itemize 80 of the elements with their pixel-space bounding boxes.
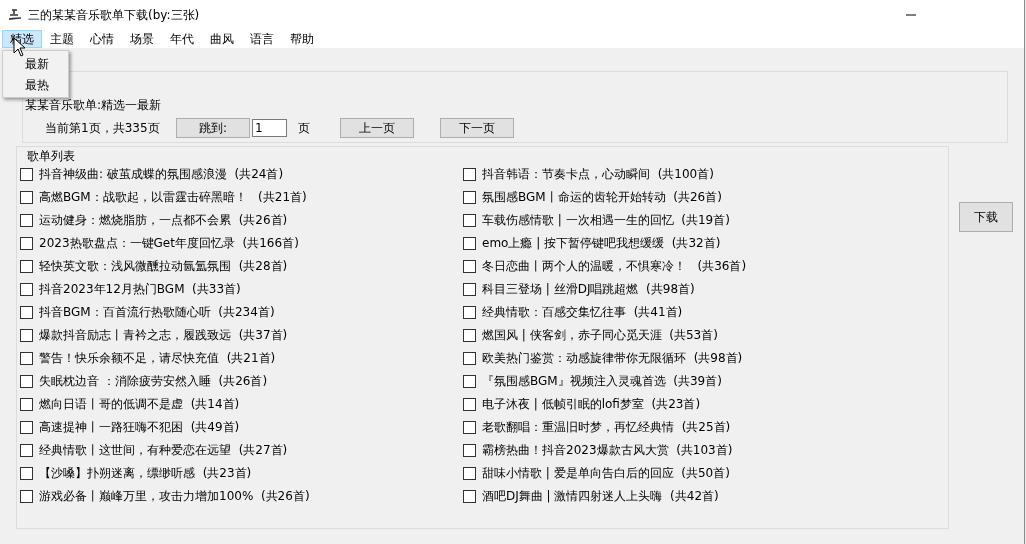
page-unit-label: 页 bbox=[298, 119, 311, 137]
menu-item[interactable]: 语言 bbox=[242, 30, 282, 48]
checkbox[interactable] bbox=[463, 444, 476, 457]
playlist-label: 抖音神级曲: 破茧成蝶的氛围感浪漫 (共24首) bbox=[39, 166, 284, 183]
page-info: 当前第1页，共335页 bbox=[45, 119, 161, 137]
panel-title: 歌单列表 bbox=[26, 149, 76, 163]
checkbox[interactable] bbox=[20, 375, 33, 388]
checkbox[interactable] bbox=[20, 329, 33, 342]
download-button[interactable]: 下载 bbox=[959, 202, 1013, 232]
page-input[interactable]: 1 bbox=[252, 119, 287, 137]
menu-item[interactable]: 主题 bbox=[42, 30, 82, 48]
playlist-label: 高燃BGM：战歌起，以雷霆击碎黑暗！ (共21首) bbox=[39, 189, 307, 206]
playlist-label: 爆款抖音励志丨青衿之志，履践致远 (共37首) bbox=[39, 327, 288, 344]
checkbox[interactable] bbox=[463, 467, 476, 480]
menu-item[interactable]: 场景 bbox=[122, 30, 162, 48]
playlist-label: 冬日恋曲丨两个人的温暖，不惧寒冷！ (共36首) bbox=[482, 258, 747, 275]
playlist-label: 燃向日语丨哥的低调不是虚 (共14首) bbox=[39, 396, 240, 413]
app-icon bbox=[8, 8, 22, 22]
playlist-label: 燃国风 | 侠客剑，赤子同心觅天涯 (共53首) bbox=[482, 327, 718, 344]
checkbox[interactable] bbox=[463, 306, 476, 319]
menu-option[interactable]: 最热 bbox=[3, 75, 68, 96]
playlist-label: emo上瘾 | 按下暂停键吧我想缓缓 (共32首) bbox=[482, 235, 721, 252]
playlist-label: 抖音2023年12月热门BGM (共33首) bbox=[39, 281, 241, 298]
checkbox[interactable] bbox=[463, 283, 476, 296]
checkbox[interactable] bbox=[20, 306, 33, 319]
playlist-label: 游戏必备丨巅峰万里，攻击力增加100% (共26首) bbox=[39, 488, 310, 505]
menu-item[interactable]: 心情 bbox=[82, 30, 122, 48]
playlist-label: 科目三登场 | 丝滑DJ唱跳超燃 (共98首) bbox=[482, 281, 695, 298]
checkbox[interactable] bbox=[463, 329, 476, 342]
previous-page-button[interactable]: 上一页 bbox=[340, 118, 414, 138]
next-page-button[interactable]: 下一页 bbox=[440, 118, 514, 138]
checkbox[interactable] bbox=[463, 352, 476, 365]
checkbox[interactable] bbox=[20, 398, 33, 411]
checkbox[interactable] bbox=[20, 168, 33, 181]
playlist-label: 酒吧DJ舞曲 | 激情四射迷人上头嗨 (共42首) bbox=[482, 488, 719, 505]
playlist-label: 抖音韩语：节奏卡点，心动瞬间 (共100首) bbox=[482, 166, 714, 183]
checkbox[interactable] bbox=[20, 214, 33, 227]
playlist-label: 【沙嗓】扑朔迷离，缥缈听感 (共23首) bbox=[39, 465, 252, 482]
checkbox[interactable] bbox=[20, 421, 33, 434]
playlist-label: 2023热歌盘点：一键Get年度回忆录 (共166首) bbox=[39, 235, 299, 252]
playlist-label: 霸榜热曲！抖音2023爆款古风大赏 (共103首) bbox=[482, 442, 733, 459]
checkbox[interactable] bbox=[463, 214, 476, 227]
checkbox[interactable] bbox=[463, 191, 476, 204]
checkbox[interactable] bbox=[20, 352, 33, 365]
playlist-label: 甜味小情歌 | 爱是单向告白后的回应 (共50首) bbox=[482, 465, 730, 482]
playlist-label: 经典情歌：百感交集忆往事 (共41首) bbox=[482, 304, 683, 321]
menu-item[interactable]: 年代 bbox=[162, 30, 202, 48]
playlist-label: 欧美热门鉴赏：动感旋律带你无限循环 (共98首) bbox=[482, 350, 743, 367]
checkbox[interactable] bbox=[20, 490, 33, 503]
playlist-label: 氛围感BGM丨命运的齿轮开始转动 (共26首) bbox=[482, 189, 722, 206]
playlist-label: 高速提神丨一路狂嗨不犯困 (共49首) bbox=[39, 419, 240, 436]
playlist-label: 车载伤感情歌 | 一次相遇一生的回忆 (共19首) bbox=[482, 212, 730, 229]
checkbox[interactable] bbox=[463, 260, 476, 273]
playlist-label: 经典情歌丨这世间，有种爱恋在远望 (共27首) bbox=[39, 442, 288, 459]
checkbox[interactable] bbox=[20, 283, 33, 296]
playlist-label: 电子沐夜 | 低帧引眠的lofi梦室 (共23首) bbox=[482, 396, 701, 413]
jump-button[interactable]: 跳到: bbox=[176, 118, 250, 138]
current-list-label: 某某音乐歌单:精选一最新 bbox=[25, 98, 163, 112]
window-title: 三的某某音乐歌单下载(by:三张) bbox=[28, 6, 200, 24]
playlist-label: 『氛围感BGM』视频注入灵魂首选 (共39首) bbox=[482, 373, 722, 390]
checkbox[interactable] bbox=[20, 467, 33, 480]
checkbox[interactable] bbox=[463, 421, 476, 434]
menu-option[interactable]: 最新 bbox=[3, 54, 68, 75]
playlist-label: 抖音BGM：百首流行热歌随心听 (共234首) bbox=[39, 304, 275, 321]
playlist-label: 失眠枕边音 ：消除疲劳安然入睡 (共26首) bbox=[39, 373, 268, 390]
playlist-label: 轻快英文歌：浅风微醺拉动氤氲氛围 (共28首) bbox=[39, 258, 288, 275]
checkbox[interactable] bbox=[463, 237, 476, 250]
playlist-label: 老歌翻唱：重温旧时梦，再忆经典情 (共25首) bbox=[482, 419, 731, 436]
checkbox[interactable] bbox=[463, 398, 476, 411]
playlist-label: 运动健身：燃烧脂肪，一点都不会累 (共26首) bbox=[39, 212, 288, 229]
checkbox[interactable] bbox=[463, 490, 476, 503]
checkbox[interactable] bbox=[463, 375, 476, 388]
menu-item[interactable]: 帮助 bbox=[282, 30, 322, 48]
menu-item[interactable]: 曲风 bbox=[202, 30, 242, 48]
checkbox[interactable] bbox=[20, 260, 33, 273]
checkbox[interactable] bbox=[20, 237, 33, 250]
checkbox[interactable] bbox=[20, 191, 33, 204]
checkbox[interactable] bbox=[20, 444, 33, 457]
playlist-label: 警告！快乐余额不足，请尽快充值 (共21首) bbox=[39, 350, 276, 367]
checkbox[interactable] bbox=[463, 168, 476, 181]
